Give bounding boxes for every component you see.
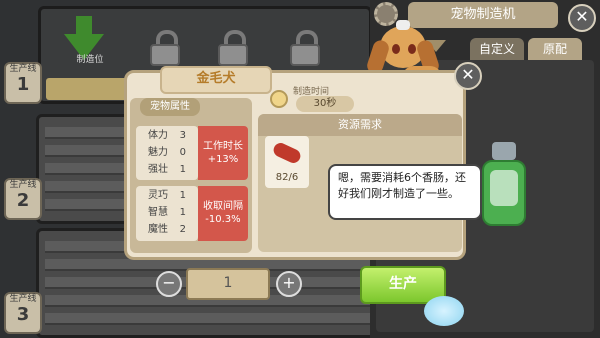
stat-row: 体力 3 xyxy=(148,130,186,141)
resource-count: 82/6 xyxy=(275,172,299,183)
pet-name: 金毛犬 xyxy=(160,66,272,94)
tab-original[interactable]: 原配 xyxy=(528,38,582,60)
close-panel-icon[interactable]: ✕ xyxy=(568,4,596,32)
lock-icon[interactable] xyxy=(218,30,248,66)
effect-badge: 收取间隔 -10.3% xyxy=(198,186,248,241)
stat-group: 体力 3 魅力 0 强壮 1 xyxy=(136,126,198,180)
resource-item[interactable]: 82/6 xyxy=(265,136,309,188)
stat-row: 魔性 2 xyxy=(148,224,186,235)
increase-quantity-button[interactable]: + xyxy=(276,271,302,297)
robot-character xyxy=(476,142,534,234)
lock-icon[interactable] xyxy=(290,30,320,66)
stat-row: 灵巧 1 xyxy=(148,190,186,201)
time-value: 30秒 xyxy=(296,96,354,112)
effect-badge: 工作时长 +13% xyxy=(198,126,248,180)
production-slot[interactable] xyxy=(46,78,132,100)
slot-arrow-stem xyxy=(76,16,92,36)
attributes-title: 宠物属性 xyxy=(140,98,200,116)
quantity-field[interactable]: 1 xyxy=(186,268,270,300)
tab-custom[interactable]: 自定义 xyxy=(470,38,524,60)
speech-bubble: 嗯，需要消耗6个香肠，还好我们刚才制造了一些。 xyxy=(328,164,482,220)
stat-group: 灵巧 1 智慧 1 魔性 2 xyxy=(136,186,198,241)
line-number-tag: 生产线 2 xyxy=(4,178,42,220)
lock-icon[interactable] xyxy=(150,30,180,66)
line-number-tag: 生产线 1 xyxy=(4,62,42,104)
tap-hint-icon xyxy=(424,296,464,326)
stat-row: 智慧 1 xyxy=(148,207,186,218)
clock-icon xyxy=(270,90,288,108)
resource-title: 资源需求 xyxy=(258,114,462,136)
close-dialog-icon[interactable]: ✕ xyxy=(454,62,482,90)
stat-row: 魅力 0 xyxy=(148,147,186,158)
production-slot-label: 制造位 xyxy=(76,55,104,65)
sausage-icon xyxy=(271,140,303,166)
stat-row: 强壮 1 xyxy=(148,164,186,175)
line-number-tag: 生产线 3 xyxy=(4,292,42,334)
decrease-quantity-button[interactable]: − xyxy=(156,271,182,297)
